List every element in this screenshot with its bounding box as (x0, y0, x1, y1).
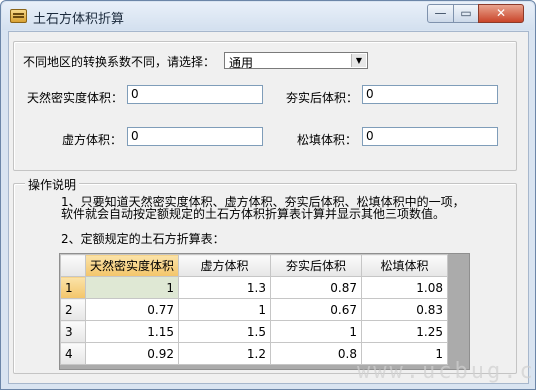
table-cell[interactable]: 1 (84, 276, 180, 299)
table-cell[interactable]: 1.08 (361, 276, 449, 299)
natural-volume-label: 天然密实度体积： (27, 91, 124, 105)
loose-volume-input[interactable]: 0 (127, 127, 263, 146)
table-cell[interactable]: 1.3 (178, 276, 272, 299)
table-cell[interactable]: 1.15 (84, 320, 180, 343)
table-row[interactable]: 3 1.15 1.5 1 1.25 (60, 320, 449, 343)
table-cell[interactable]: 0.87 (270, 276, 363, 299)
region-select[interactable]: 通用 ▼ (224, 52, 368, 70)
loose-volume-label: 虚方体积： (62, 133, 123, 147)
table-corner[interactable] (60, 254, 86, 277)
natural-volume-input[interactable]: 0 (127, 85, 263, 104)
column-header[interactable]: 夯实后体积 (270, 254, 363, 277)
compacted-volume-label: 夯实后体积： (286, 91, 359, 105)
table-row[interactable]: 2 0.77 1 0.67 0.83 (60, 298, 449, 321)
table-cell[interactable]: 1 (270, 320, 363, 343)
table-cell[interactable]: 1.5 (178, 320, 272, 343)
maximize-button[interactable]: ▭ (453, 4, 479, 23)
watermark-text: www.ucbug.cc (357, 359, 536, 384)
region-select-value: 通用 (229, 56, 254, 70)
table-header-row: 天然密实度体积 虚方体积 夯实后体积 松填体积 (60, 254, 449, 277)
table-row[interactable]: 1 1 1.3 0.87 1.08 (60, 276, 449, 299)
table-cell[interactable]: 0.77 (84, 298, 180, 321)
instruction-line-3: 2、定额规定的土石方折算表： (61, 232, 225, 246)
table-cell[interactable]: 0.8 (270, 342, 363, 365)
instruction-line-2: 软件就会自动按定额规定的土石方体积折算表计算并显示其他三项数值。 (61, 207, 446, 221)
column-header[interactable]: 虚方体积 (178, 254, 272, 277)
table-cell[interactable]: 0.92 (84, 342, 180, 365)
row-header[interactable]: 3 (60, 320, 86, 343)
column-header[interactable]: 天然密实度体积 (84, 254, 180, 277)
compacted-volume-input[interactable]: 0 (362, 85, 498, 104)
window-title: 土石方体积折算 (33, 12, 125, 27)
fill-volume-label: 松填体积： (297, 133, 358, 147)
app-window: 土石方体积折算 — ▭ ✕ 不同地区的转换系数不同，请选择： 通用 ▼ 天然密实… (0, 0, 536, 390)
row-header[interactable]: 2 (60, 298, 86, 321)
table-cell[interactable]: 1.2 (178, 342, 272, 365)
app-icon (10, 9, 27, 23)
fill-volume-input[interactable]: 0 (362, 127, 498, 146)
column-header[interactable]: 松填体积 (361, 254, 449, 277)
instructions-title: 操作说明 (25, 176, 80, 193)
table-cell[interactable]: 1.25 (361, 320, 449, 343)
table-cell[interactable]: 1 (178, 298, 272, 321)
conversion-table[interactable]: 天然密实度体积 虚方体积 夯实后体积 松填体积 1 1 1.3 0.87 1.0… (59, 253, 470, 370)
title-bar[interactable]: 土石方体积折算 — ▭ ✕ (2, 2, 534, 30)
table-cell[interactable]: 0.83 (361, 298, 449, 321)
minimize-button[interactable]: — (427, 4, 454, 23)
row-header[interactable]: 4 (60, 342, 86, 365)
chevron-down-icon[interactable]: ▼ (351, 54, 366, 67)
region-label: 不同地区的转换系数不同，请选择： (23, 55, 216, 69)
row-header[interactable]: 1 (60, 276, 86, 299)
close-button[interactable]: ✕ (478, 4, 524, 23)
table-cell[interactable]: 0.67 (270, 298, 363, 321)
